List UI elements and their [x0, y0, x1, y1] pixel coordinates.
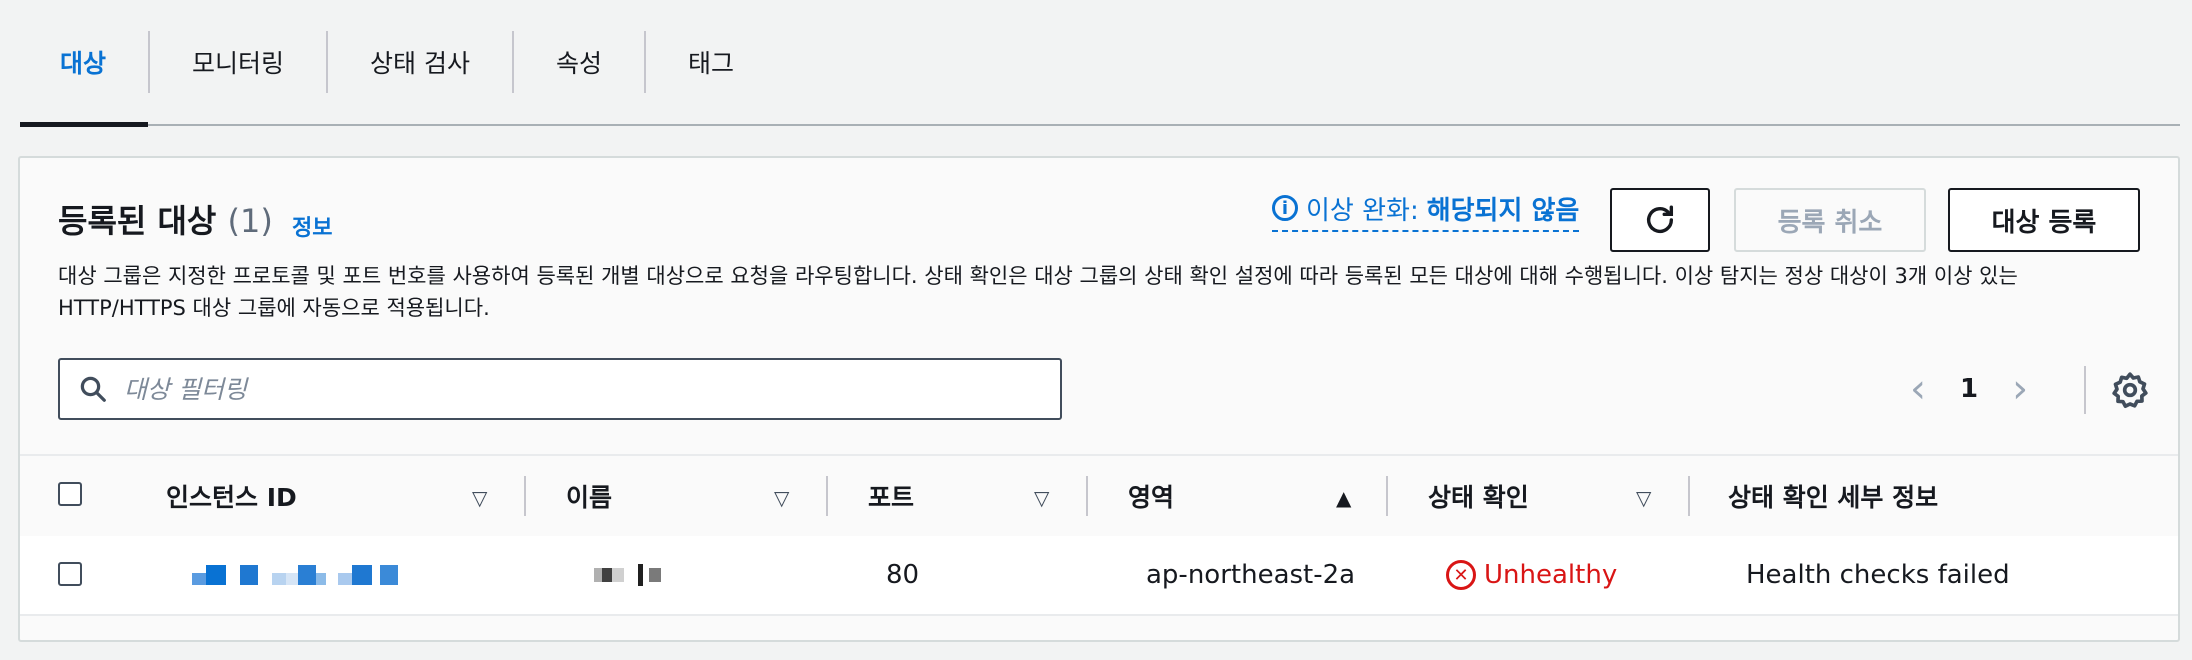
- chevron-left-icon[interactable]: ‹: [1910, 369, 1926, 409]
- panel-description: 대상 그룹은 지정한 프로토콜 및 포트 번호를 사용하여 등록된 개별 대상으…: [58, 264, 2018, 320]
- registered-targets-panel: 등록된 대상 (1) 정보 i 이상 완화: 해당되지 않음 등록 취소 대상 …: [18, 156, 2180, 642]
- column-header-health-status[interactable]: 상태 확인: [1428, 456, 1529, 536]
- tab-health-checks[interactable]: 상태 검사: [328, 0, 512, 124]
- sort-icon[interactable]: ▽: [1636, 486, 1651, 510]
- refresh-icon: [1646, 205, 1674, 233]
- anomaly-mitigation-link[interactable]: i 이상 완화: 해당되지 않음: [1272, 188, 1580, 232]
- health-status-cell: ✕ Unhealthy: [1446, 536, 1617, 614]
- pagination-divider: [2084, 366, 2086, 414]
- port-cell: 80: [886, 560, 920, 590]
- health-status-text: Unhealthy: [1484, 560, 1618, 590]
- table-header: 인스턴스 ID ▽ 이름 ▽ 포트 ▽ 영역 ▲ 상태 확인 ▽ 상태 확인 세…: [20, 454, 2178, 538]
- column-divider[interactable]: [524, 476, 526, 516]
- column-header-instance-id[interactable]: 인스턴스 ID: [166, 456, 297, 536]
- column-divider[interactable]: [1688, 476, 1690, 516]
- column-divider[interactable]: [826, 476, 828, 516]
- column-header-port[interactable]: 포트: [868, 456, 914, 536]
- column-divider[interactable]: [1386, 476, 1388, 516]
- settings-icon[interactable]: [2110, 370, 2150, 410]
- anomaly-value: 해당되지 않음: [1426, 195, 1580, 226]
- filter-box: [58, 358, 1062, 420]
- info-link[interactable]: 정보: [292, 210, 332, 242]
- sort-icon[interactable]: ▽: [1034, 486, 1049, 510]
- tab-tags[interactable]: 태그: [646, 0, 776, 124]
- sort-icon[interactable]: ▽: [472, 486, 487, 510]
- sort-icon[interactable]: ▽: [774, 486, 789, 510]
- instance-id-link[interactable]: [192, 536, 398, 614]
- redacted-name: [594, 564, 661, 586]
- tab-monitoring[interactable]: 모니터링: [150, 0, 326, 124]
- column-header-zone[interactable]: 영역: [1128, 456, 1174, 536]
- error-icon: ✕: [1446, 560, 1476, 590]
- panel-title: 등록된 대상 (1): [58, 196, 273, 242]
- target-count: (1): [227, 202, 273, 240]
- row-checkbox[interactable]: [58, 562, 82, 586]
- column-header-name[interactable]: 이름: [566, 456, 612, 536]
- pagination: ‹ 1 ›: [1910, 368, 2028, 410]
- health-details-cell: Health checks failed: [1746, 560, 2010, 590]
- filter-input[interactable]: [122, 373, 1026, 405]
- sort-ascending-icon[interactable]: ▲: [1336, 486, 1351, 510]
- zone-cell: ap-northeast-2a: [1146, 560, 1356, 590]
- current-page[interactable]: 1: [1960, 374, 1978, 404]
- column-divider[interactable]: [1086, 476, 1088, 516]
- tab-attributes[interactable]: 속성: [514, 0, 644, 124]
- select-all-checkbox[interactable]: [58, 482, 82, 506]
- column-header-health-details[interactable]: 상태 확인 세부 정보: [1728, 456, 1938, 536]
- redacted-instance-id: [192, 565, 398, 585]
- name-cell: [594, 536, 661, 614]
- panel-title-text: 등록된 대상: [58, 202, 217, 240]
- deregister-button[interactable]: 등록 취소: [1734, 188, 1926, 252]
- info-icon: i: [1272, 195, 1298, 221]
- tab-targets[interactable]: 대상: [20, 0, 149, 127]
- tab-bar: 대상 모니터링 상태 검사 속성 태그: [20, 0, 2180, 127]
- table-row: 80 ap-northeast-2a ✕ Unhealthy Health ch…: [20, 536, 2178, 616]
- search-icon: [80, 376, 106, 402]
- register-targets-button[interactable]: 대상 등록: [1948, 188, 2140, 252]
- chevron-right-icon[interactable]: ›: [2012, 369, 2028, 409]
- refresh-button[interactable]: [1610, 188, 1710, 252]
- anomaly-label: 이상 완화:: [1306, 195, 1419, 226]
